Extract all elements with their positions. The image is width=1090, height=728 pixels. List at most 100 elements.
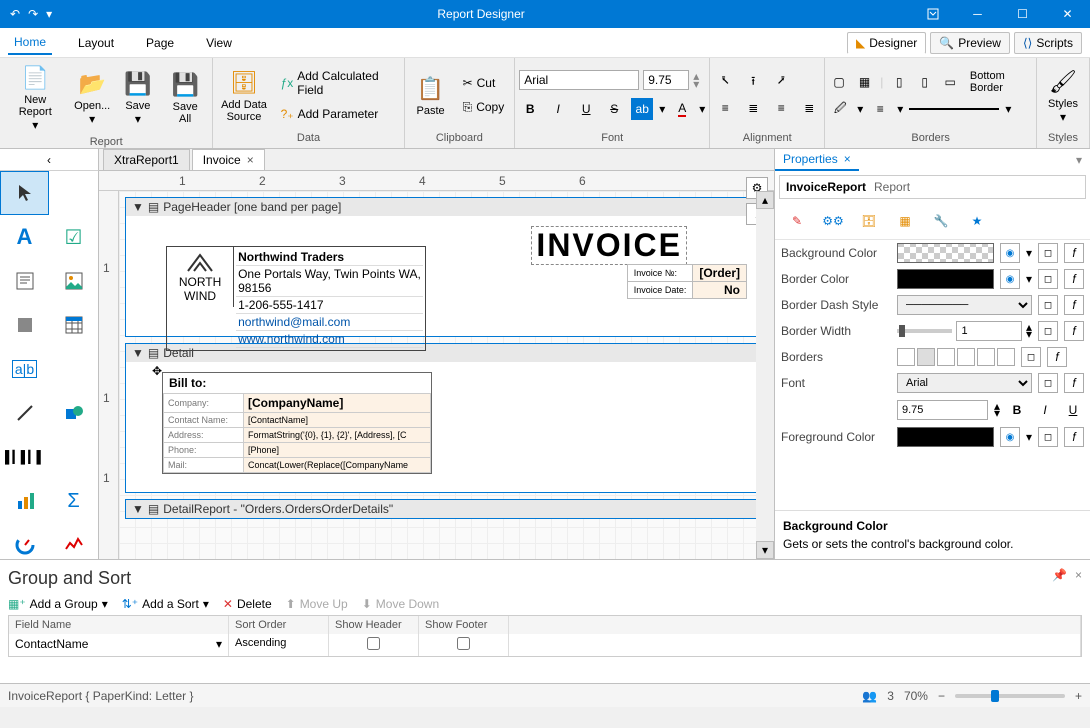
move-up-button[interactable]: ⬆Move Up [286,597,348,611]
invoice-title-label[interactable]: INVOICE [531,226,687,265]
vertical-scrollbar[interactable]: ▴ ▾ [756,191,774,559]
prop-underline[interactable]: U [1062,399,1084,421]
richtext-tool[interactable] [0,259,49,303]
panel-menu-icon[interactable]: ▾ [1076,153,1090,167]
doc-tab-1[interactable]: XtraReport1 [103,149,190,170]
border-dash-select[interactable]: ──────── [897,295,1032,315]
zoom-slider[interactable] [955,694,1065,698]
reset-icon[interactable]: ◻ [1038,243,1058,263]
barcode-tool[interactable]: ▌▎▌▎▌ [0,435,49,479]
pointer-tool[interactable] [0,171,49,215]
border-color-picker-icon[interactable]: ◉ [1000,269,1020,289]
zoom-out-button[interactable]: − [938,689,945,703]
scroll-down-icon[interactable]: ▾ [756,541,774,559]
doc-tab-2[interactable]: Invoice× [192,149,265,170]
label-tool[interactable]: A [0,215,49,259]
highlight-button[interactable]: ab [631,98,653,120]
collapse-icon[interactable]: ▼ [132,200,144,214]
table-row[interactable]: ContactName▾ Ascending [9,634,1081,656]
prop-tab-appearance-icon[interactable]: ✎ [785,209,809,233]
border-none[interactable]: ▢ [829,71,849,93]
prop-tab-favorites-icon[interactable]: ★ [965,209,989,233]
border-width-input[interactable] [956,321,1021,341]
view-designer[interactable]: ◣Designer [847,32,926,54]
collapse-icon[interactable]: ▼ [132,502,144,516]
border-color-swatch[interactable] [897,269,994,289]
sigma-tool[interactable]: Σ [49,479,98,523]
align-tl[interactable]: ⭶ [714,71,736,93]
dropdown-icon[interactable]: ▾ [216,637,222,653]
panel-tool[interactable] [0,303,49,347]
align-j[interactable]: ≣ [798,97,820,119]
open-button[interactable]: 📂Open...▾ [71,66,114,128]
move-handle-icon[interactable]: ✥ [152,364,162,378]
prop-font-size[interactable] [897,400,988,420]
new-report-button[interactable]: 📄New Report▾ [4,60,67,134]
billto-table[interactable]: Bill to: Company:[CompanyName] Contact N… [162,372,432,474]
copy-button[interactable]: ⎘Copy [457,98,511,117]
bold-button[interactable]: B [519,98,541,120]
border-top-half[interactable]: ▭ [940,71,960,93]
prop-font-name[interactable]: Arial [897,373,1032,393]
font-color-button[interactable]: A [671,98,693,120]
border-color-button[interactable]: 🖉 [829,98,851,120]
bg-color-swatch[interactable] [897,243,994,263]
minimize-button[interactable]: ─ [955,0,1000,28]
fg-color-swatch[interactable] [897,427,994,447]
tab-home[interactable]: Home [8,31,52,55]
toolbox-collapse-button[interactable]: ‹ [0,149,99,171]
font-size-input[interactable] [643,70,689,90]
company-logo[interactable]: NORTHWIND [167,247,234,307]
close-gs-icon[interactable]: × [1075,568,1082,582]
align-l[interactable]: ≡ [714,97,736,119]
prop-tab-behavior-icon[interactable]: ⚙⚙ [821,209,845,233]
ribbon-minimize-icon[interactable] [910,0,955,28]
prop-italic[interactable]: I [1034,399,1056,421]
bg-color-picker-icon[interactable]: ◉ [1000,243,1020,263]
move-down-button[interactable]: ⬇Move Down [362,597,439,611]
add-calc-field-button[interactable]: ƒxAdd Calculated Field [275,67,400,99]
checkbox-tool[interactable]: ☑ [49,215,98,259]
paste-button[interactable]: 📋Paste [409,71,453,119]
band-pageheader[interactable]: ▼▤PageHeader [one band per page] NORTHWI… [125,197,768,337]
redo-icon[interactable]: ↷ [28,7,38,21]
border-all[interactable]: ▦ [855,71,875,93]
align-tr[interactable]: ⭷ [770,71,792,93]
selection-combo[interactable]: InvoiceReportReport [779,175,1086,199]
add-group-button[interactable]: ▦⁺Add a Group▾ [8,597,108,611]
pin-icon[interactable]: 📌 [1052,568,1067,582]
delete-button[interactable]: ✕Delete [223,597,272,611]
picture-tool[interactable] [49,259,98,303]
save-button[interactable]: 💾Save▾ [118,66,158,128]
italic-button[interactable]: I [547,98,569,120]
view-scripts[interactable]: ⟨⟩Scripts [1014,32,1082,54]
properties-tab[interactable]: Properties× [775,149,859,171]
line-tool[interactable] [0,391,49,435]
close-tab-icon[interactable]: × [247,153,254,167]
band-detailreport[interactable]: ▼▤DetailReport - "Orders.OrdersOrderDeta… [125,499,768,519]
prop-tab-layout-icon[interactable]: ▦ [893,209,917,233]
zoom-in-button[interactable]: + [1075,689,1082,703]
close-panel-icon[interactable]: × [844,152,851,166]
charactercomb-tool[interactable]: a|b [0,347,49,391]
prop-tab-misc-icon[interactable]: 🔧 [929,209,953,233]
chart-tool[interactable] [0,479,49,523]
align-tc[interactable]: ⭱ [742,71,764,93]
font-name-input[interactable] [519,70,639,90]
border-style-preview[interactable] [909,108,999,110]
strike-button[interactable]: S [603,98,625,120]
band-detail[interactable]: ▼▤Detail ✥ Bill to: Company:[CompanyName… [125,343,768,493]
border-left-half[interactable]: ▯ [889,71,909,93]
tab-page[interactable]: Page [140,32,180,54]
add-parameter-button[interactable]: ?₊Add Parameter [275,105,400,123]
table-tool[interactable] [49,303,98,347]
tab-view[interactable]: View [200,32,238,54]
users-icon[interactable]: 👥 [862,689,877,703]
border-width-button[interactable]: ≡ [869,98,891,120]
cut-button[interactable]: ✂Cut [457,74,511,92]
close-button[interactable]: ✕ [1045,0,1090,28]
align-r[interactable]: ≡ [770,97,792,119]
add-sort-button[interactable]: ⇅⁺Add a Sort▾ [122,597,209,611]
collapse-icon[interactable]: ▼ [132,346,144,360]
borders-editor[interactable] [897,348,1015,366]
